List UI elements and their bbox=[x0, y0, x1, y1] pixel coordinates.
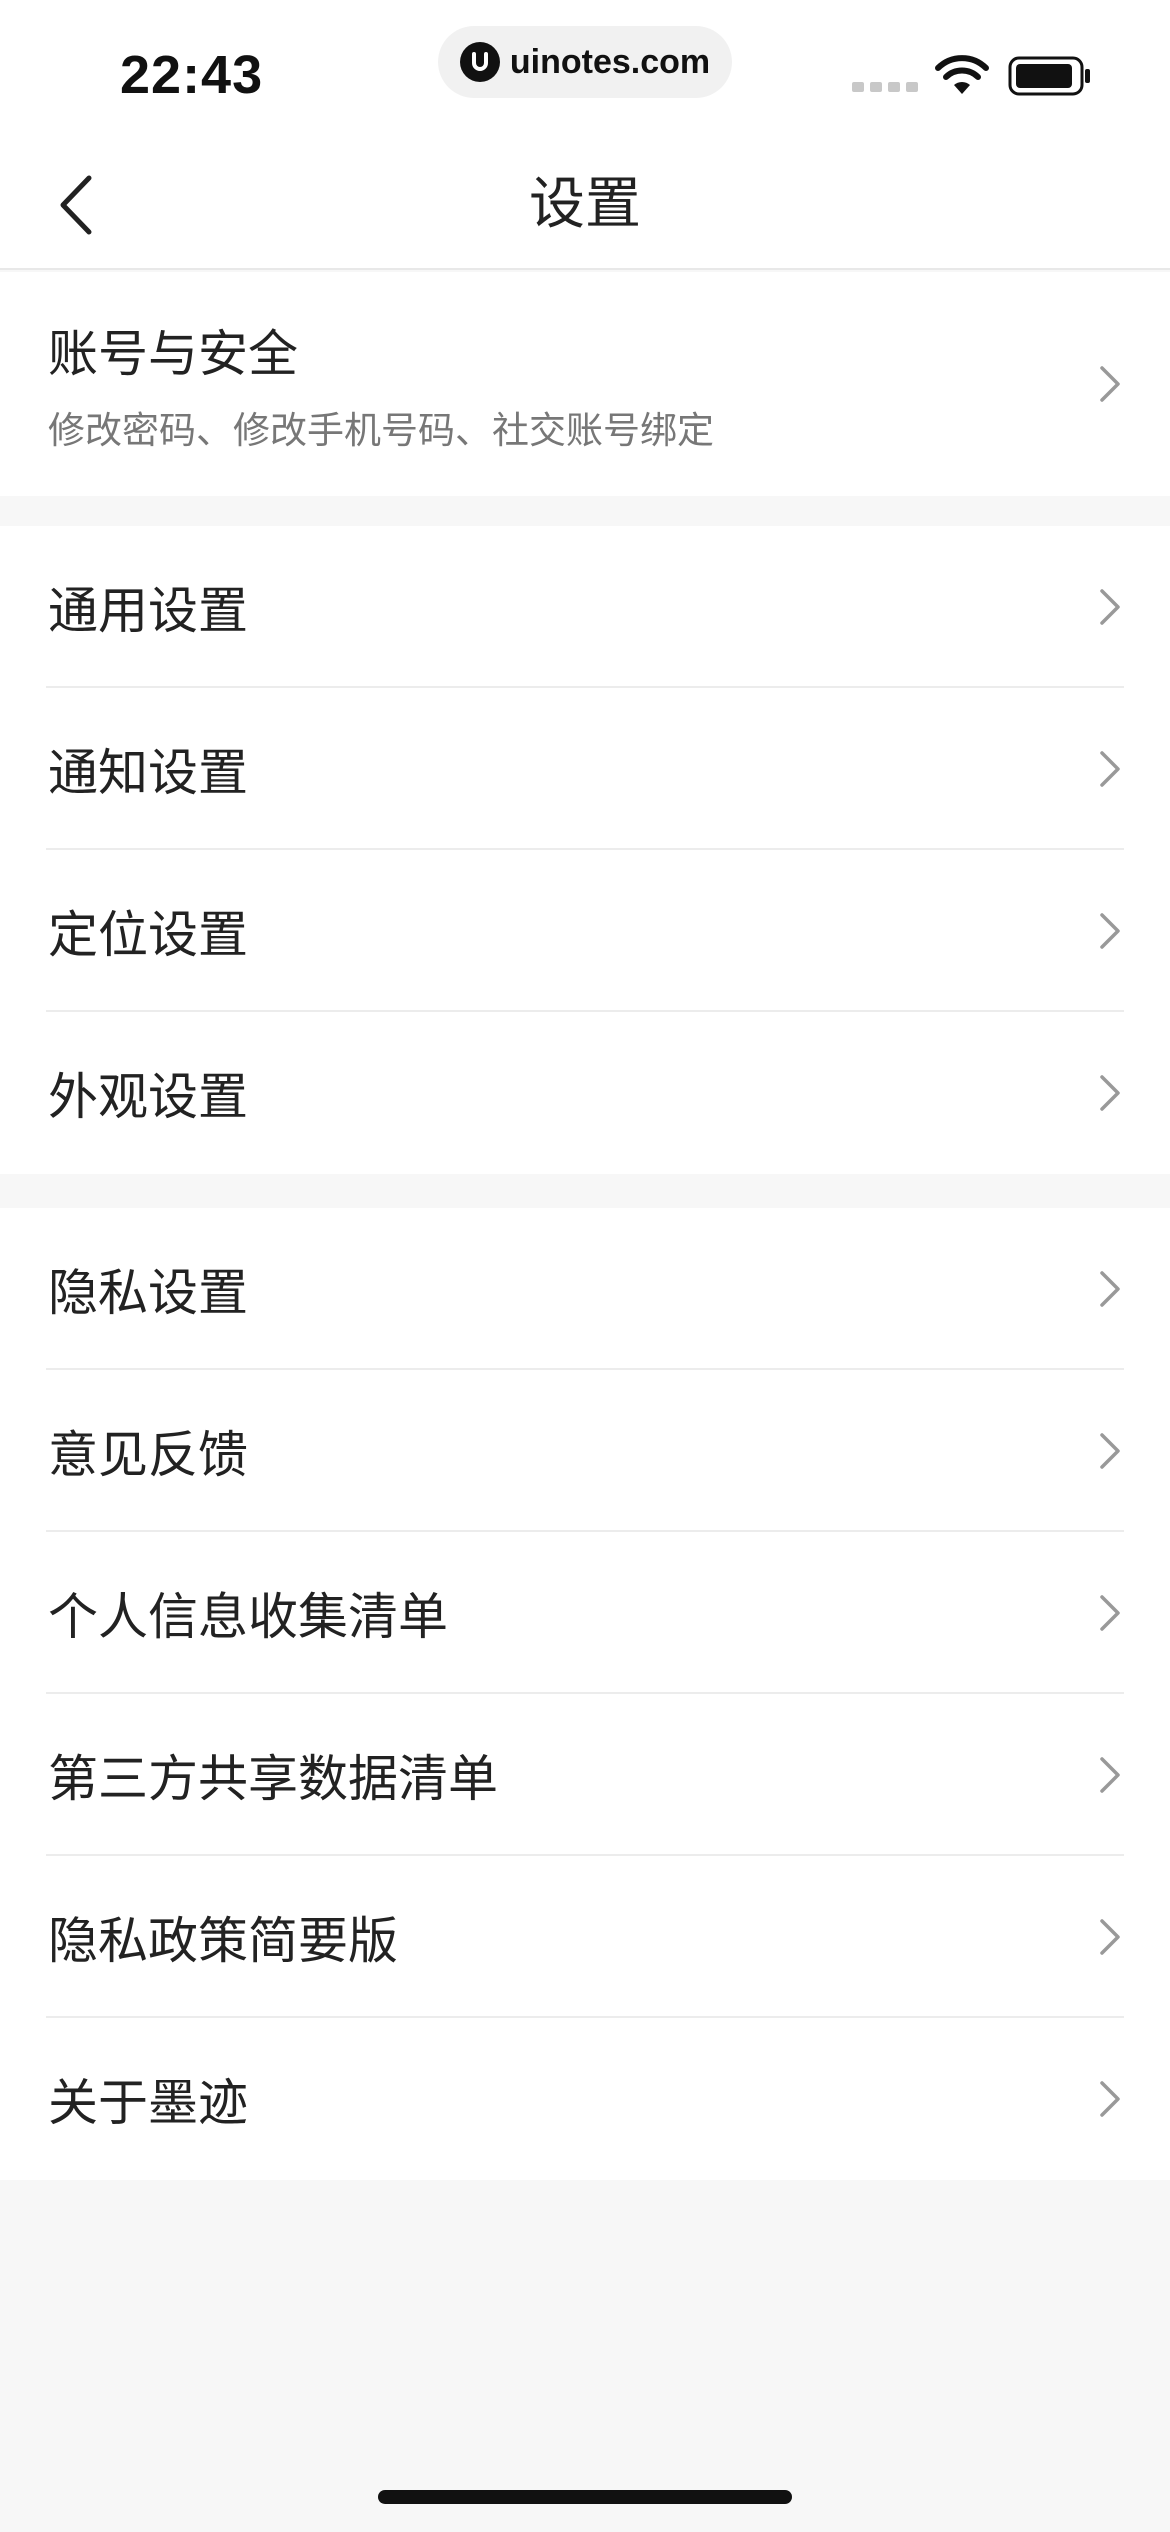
settings-row-third-party-list[interactable]: 第三方共享数据清单 bbox=[0, 1694, 1170, 1856]
settings-row-personal-info-list[interactable]: 个人信息收集清单 bbox=[0, 1532, 1170, 1694]
chevron-right-icon bbox=[1100, 589, 1120, 625]
general-settings-group: 通用设置 通知设置 定位设置 外观设置 bbox=[0, 526, 1170, 1174]
status-bar: 22:43 uinotes.com bbox=[0, 0, 1170, 140]
settings-row-label: 关于墨迹 bbox=[48, 2074, 248, 2132]
nav-bar: 设置 bbox=[0, 140, 1170, 270]
account-group: 账号与安全 修改密码、修改手机号码、社交账号绑定 bbox=[0, 272, 1170, 496]
settings-row-label: 定位设置 bbox=[48, 906, 248, 964]
settings-row-label: 意见反馈 bbox=[48, 1426, 248, 1484]
account-security-row[interactable]: 账号与安全 修改密码、修改手机号码、社交账号绑定 bbox=[0, 272, 1170, 496]
status-time: 22:43 bbox=[120, 45, 264, 105]
settings-row-label: 隐私政策简要版 bbox=[48, 1912, 398, 1970]
settings-row-label: 外观设置 bbox=[48, 1068, 248, 1126]
chevron-right-icon bbox=[1100, 913, 1120, 949]
chevron-right-icon bbox=[1100, 1433, 1120, 1469]
chevron-right-icon bbox=[1100, 1919, 1120, 1955]
settings-row-general[interactable]: 通用设置 bbox=[0, 526, 1170, 688]
page-title: 设置 bbox=[529, 172, 641, 237]
chevron-right-icon bbox=[1100, 2081, 1120, 2117]
settings-row-label: 通知设置 bbox=[48, 744, 248, 802]
settings-row-about[interactable]: 关于墨迹 bbox=[0, 2018, 1170, 2180]
settings-row-privacy-policy-summary[interactable]: 隐私政策简要版 bbox=[0, 1856, 1170, 2018]
wifi-icon bbox=[934, 54, 990, 100]
cellular-signal-icon bbox=[852, 82, 918, 92]
settings-row-privacy[interactable]: 隐私设置 bbox=[0, 1208, 1170, 1370]
settings-row-label: 通用设置 bbox=[48, 582, 248, 640]
privacy-group: 隐私设置 意见反馈 个人信息收集清单 第三方共享数据清单 隐私政策简要版 关于墨… bbox=[0, 1208, 1170, 2180]
chevron-right-icon bbox=[1100, 1075, 1120, 1111]
settings-row-label: 第三方共享数据清单 bbox=[48, 1750, 498, 1808]
chevron-right-icon bbox=[1100, 1757, 1120, 1793]
settings-row-label: 隐私设置 bbox=[48, 1264, 248, 1322]
settings-row-label: 个人信息收集清单 bbox=[48, 1588, 448, 1646]
chevron-right-icon bbox=[1100, 1271, 1120, 1307]
settings-row-notification[interactable]: 通知设置 bbox=[0, 688, 1170, 850]
chevron-right-icon bbox=[1100, 366, 1120, 402]
account-security-label: 账号与安全 bbox=[48, 325, 298, 383]
chevron-right-icon bbox=[1100, 751, 1120, 787]
url-pill: uinotes.com bbox=[438, 26, 732, 98]
account-security-subtitle: 修改密码、修改手机号码、社交账号绑定 bbox=[48, 409, 714, 452]
chevron-right-icon bbox=[1100, 1595, 1120, 1631]
url-text: uinotes.com bbox=[509, 42, 711, 81]
settings-row-feedback[interactable]: 意见反馈 bbox=[0, 1370, 1170, 1532]
settings-row-appearance[interactable]: 外观设置 bbox=[0, 1012, 1170, 1174]
battery-icon bbox=[1008, 56, 1092, 100]
home-indicator[interactable] bbox=[378, 2490, 792, 2504]
uinotes-logo-icon bbox=[459, 42, 500, 82]
settings-row-location[interactable]: 定位设置 bbox=[0, 850, 1170, 1012]
